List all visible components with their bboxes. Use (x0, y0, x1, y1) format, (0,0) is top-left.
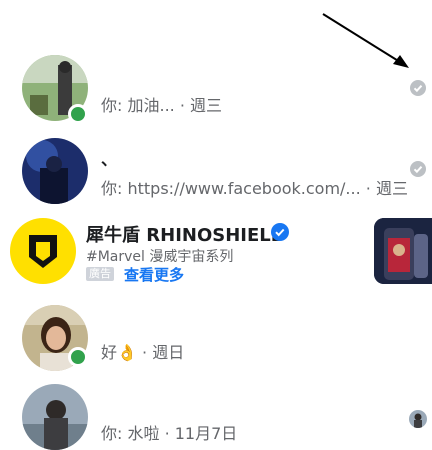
conversation-row[interactable]: 、 你: https://www.facebook.com/... · 週三 (0, 133, 432, 213)
see-more-link[interactable]: 查看更多 (124, 264, 184, 285)
conversation-row[interactable]: 你: 水啦 · 11月7日 (0, 380, 432, 450)
conversation-row[interactable]: 你: 加油... · 週三 (0, 50, 432, 130)
conversation-row[interactable]: 好👌 · 週日 (0, 300, 432, 380)
read-check-icon (410, 161, 426, 177)
read-check-icon (410, 80, 426, 96)
message-preview: 你: 水啦 · 11月7日 (101, 424, 238, 443)
ok-hand-emoji: 👌 (117, 343, 137, 362)
online-status-dot (68, 104, 88, 124)
message-preview: 好👌 · 週日 (101, 343, 185, 362)
seen-avatar (409, 410, 427, 428)
online-status-dot (68, 347, 88, 367)
sponsor-subtitle: #Marvel 漫威宇宙系列 (86, 249, 234, 265)
message-preview: 你: https://www.facebook.com/... · 週三 (101, 179, 408, 198)
ad-badge: 廣告 (86, 267, 114, 281)
avatar (22, 138, 88, 204)
brand-logo[interactable] (10, 218, 76, 284)
message-preview: 你: 加油... · 週三 (101, 96, 223, 115)
ad-image[interactable] (374, 218, 432, 284)
avatar (22, 384, 88, 450)
sponsor-name: 犀牛盾 RHINOSHIELD (86, 225, 286, 246)
verified-badge-icon (271, 223, 289, 241)
contact-name: 、 (101, 150, 118, 169)
